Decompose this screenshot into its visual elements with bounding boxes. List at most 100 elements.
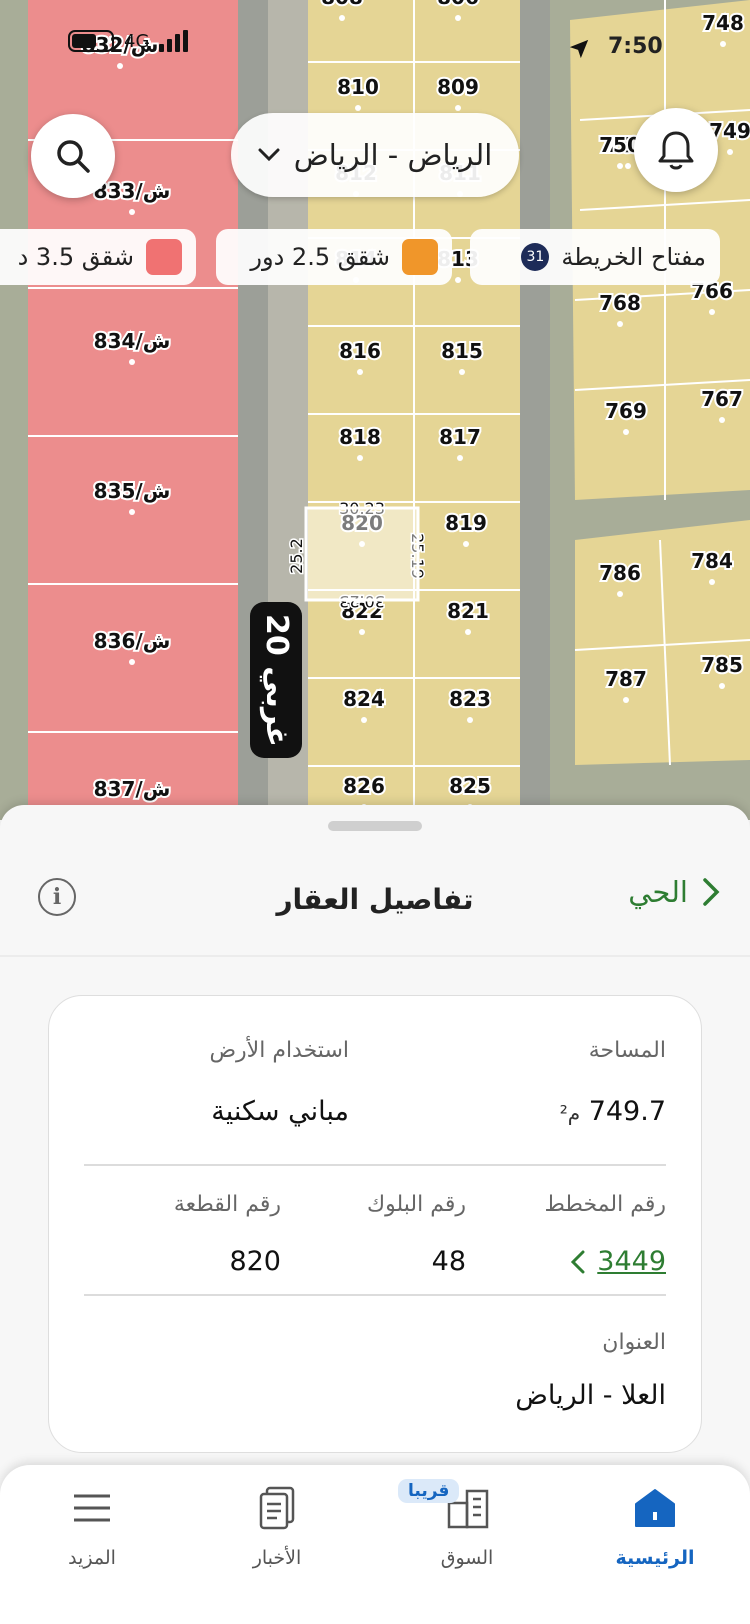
plot-value: 820 <box>229 1246 281 1277</box>
plot-marker <box>623 429 629 435</box>
tab-more[interactable]: المزيد <box>17 1483 167 1603</box>
plot-number-823: 823 <box>449 687 491 711</box>
sheet-drag-handle[interactable] <box>328 821 422 831</box>
plot-marker <box>465 629 471 635</box>
road-name-label: 20 غربي <box>250 602 302 758</box>
plot-number-810: 810 <box>337 75 379 99</box>
plot-number-826: 826 <box>343 774 385 798</box>
plot-number-824: 824 <box>343 687 385 711</box>
plot-marker <box>129 359 135 365</box>
news-icon <box>252 1483 302 1533</box>
coming-soon-badge: قريبا <box>398 1479 460 1503</box>
legend-swatch-orange <box>402 239 438 275</box>
sheet-header: i تفاصيل العقار الحي <box>0 845 750 955</box>
chevron-right-icon <box>703 878 720 906</box>
plot-number-816: 816 <box>339 339 381 363</box>
block-label: رقم البلوك <box>366 1192 466 1217</box>
plot-number-784: 784 <box>691 549 733 573</box>
plot-number-748: 748 <box>702 11 744 35</box>
signal-icon <box>159 30 189 52</box>
status-bar: 4G <box>68 30 189 52</box>
plot-number-red: 835/ش <box>94 479 171 503</box>
neighborhood-back-button[interactable]: الحي <box>628 875 720 909</box>
tab-home-label: الرئيسية <box>615 1547 695 1569</box>
land-use-label: استخدام الأرض <box>209 1038 349 1063</box>
plot-marker <box>117 63 123 69</box>
plot-marker <box>617 591 623 597</box>
legend-item-2-5[interactable]: شقق 2.5 دور <box>216 229 452 285</box>
plot-number-806: 806 <box>437 0 479 9</box>
plot-number-808: 808 <box>321 0 363 9</box>
map-legend-title: مفتاح الخريطة <box>561 243 706 271</box>
plot-marker <box>359 629 365 635</box>
plot-marker <box>339 15 345 21</box>
tab-news-label: الأخبار <box>252 1547 302 1569</box>
search-button[interactable] <box>31 114 115 198</box>
area-value: 749.7 م² <box>559 1096 666 1127</box>
plot-number-815: 815 <box>441 339 483 363</box>
plan-link[interactable]: 3449 <box>571 1246 666 1277</box>
plot-label: رقم القطعة <box>173 1192 281 1217</box>
chevron-left-icon <box>571 1250 585 1273</box>
chevron-down-icon <box>258 148 280 162</box>
plot-marker <box>357 369 363 375</box>
plot-marker <box>129 509 135 515</box>
plot-number-769: 769 <box>605 399 647 423</box>
plot-marker <box>617 163 623 169</box>
tab-market-label: السوق <box>440 1547 494 1569</box>
notifications-button[interactable] <box>634 108 718 192</box>
tab-news[interactable]: الأخبار <box>202 1483 352 1603</box>
plot-number-819: 819 <box>445 511 487 535</box>
address-value: العلا - الرياض <box>515 1380 666 1411</box>
plot-number-786: 786 <box>599 561 641 585</box>
plot-marker <box>623 697 629 703</box>
plot-marker <box>355 105 361 111</box>
plot-marker <box>617 321 623 327</box>
plot-number-red: 834/ش <box>94 329 171 353</box>
bell-icon <box>658 131 694 170</box>
selected-plot[interactable] <box>304 506 420 602</box>
home-icon <box>630 1483 680 1533</box>
city-selector[interactable]: الرياض - الرياض <box>231 113 519 197</box>
plot-marker <box>719 683 725 689</box>
search-icon <box>57 140 90 173</box>
plot-number-787: 787 <box>605 667 647 691</box>
plot-marker <box>625 163 631 169</box>
plot-marker <box>463 541 469 547</box>
plot-number-768: 768 <box>599 291 641 315</box>
plan-number[interactable]: 3449 <box>597 1246 666 1277</box>
plot-marker <box>357 455 363 461</box>
plot-number-821: 821 <box>447 599 489 623</box>
plot-number-red: 837/ش <box>94 777 171 801</box>
tab-more-label: المزيد <box>68 1547 116 1569</box>
network-type: 4G <box>124 30 150 52</box>
legend-item-3-5[interactable]: شقق 3.5 د <box>0 229 196 285</box>
map-legend-button[interactable]: مفتاح الخريطة 31 <box>470 229 720 285</box>
address-label: العنوان <box>602 1330 666 1355</box>
plot-number-818: 818 <box>339 425 381 449</box>
plot-marker <box>129 209 135 215</box>
plot-marker <box>467 717 473 723</box>
legend-item-label: شقق 3.5 د <box>17 243 134 271</box>
plot-marker <box>709 579 715 585</box>
header-divider <box>0 955 750 957</box>
plot-marker <box>727 149 733 155</box>
plan-label: رقم المخطط <box>544 1192 666 1217</box>
plot-marker <box>129 659 135 665</box>
area-label: المساحة <box>588 1038 666 1063</box>
plot-marker <box>455 277 461 283</box>
plot-marker <box>709 309 715 315</box>
bottom-tab-bar: الرئيسية السوق قريبا الأخبار المزيد <box>0 1465 750 1624</box>
plot-dim-left: 25.2 <box>287 538 306 574</box>
plot-number-767: 767 <box>701 387 743 411</box>
property-details-card: المساحة استخدام الأرض 749.7 م² مباني سكن… <box>48 995 702 1453</box>
plot-marker <box>719 417 725 423</box>
block-value: 48 <box>431 1246 466 1277</box>
plot-marker <box>455 105 461 111</box>
plot-number-809: 809 <box>437 75 479 99</box>
tab-home[interactable]: الرئيسية <box>580 1483 730 1603</box>
plot-marker <box>720 41 726 47</box>
city-selector-label: الرياض - الرياض <box>293 138 493 172</box>
status-time: 7:50 <box>608 34 663 59</box>
plot-number-red: 836/ش <box>94 629 171 653</box>
